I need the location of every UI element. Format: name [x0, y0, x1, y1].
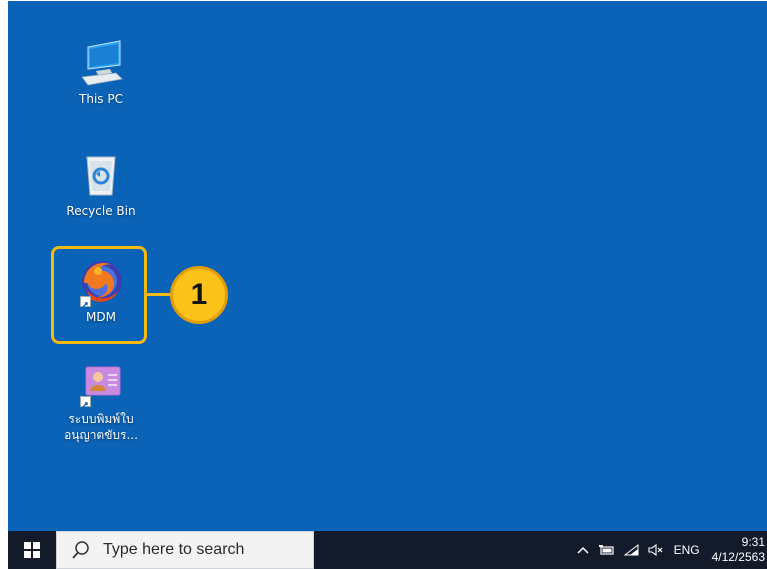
callout-badge: 1 [170, 266, 228, 324]
start-button[interactable] [8, 531, 56, 569]
language-indicator: ENG [673, 543, 700, 557]
search-icon [72, 541, 89, 559]
desktop-icon-label: ระบบพิมพ์ใบ อนุญาตขับร... [64, 411, 138, 443]
chevron-up-icon [577, 546, 589, 554]
desktop-icon-label-line1: ระบบพิมพ์ใบ [68, 412, 134, 426]
desktop-icon-this-pc[interactable]: This PC [56, 39, 146, 107]
windows-start-icon [24, 542, 40, 558]
taskbar-search-box[interactable]: Type here to search [56, 531, 314, 569]
clock-time: 9:31 [741, 535, 765, 549]
input-language-button[interactable]: ENG [668, 531, 706, 569]
clock-date: 4/12/2563 [711, 550, 765, 564]
wifi-icon [623, 544, 639, 556]
show-hidden-icons-button[interactable] [572, 531, 594, 569]
callout-number: 1 [190, 278, 208, 311]
highlight-box [51, 246, 147, 344]
battery-status-button[interactable] [594, 531, 620, 569]
recycle-bin-icon [76, 151, 126, 201]
shortcut-arrow-icon [80, 396, 91, 408]
clock-button[interactable]: 9:31 4/12/2563 [706, 531, 767, 569]
system-tray: ENG 9:31 4/12/2563 [572, 531, 767, 569]
battery-plug-icon [598, 545, 614, 555]
desktop-icon-label: This PC [79, 92, 123, 106]
network-status-button[interactable] [620, 531, 644, 569]
search-placeholder: Type here to search [103, 541, 245, 558]
desktop-icon-label-line2: อนุญาตขับร... [64, 428, 138, 442]
id-card-icon [76, 361, 126, 411]
computer-monitor-icon [76, 39, 126, 89]
desktop-icon-label: Recycle Bin [66, 204, 136, 218]
desktop-icon-recycle-bin[interactable]: Recycle Bin [56, 151, 146, 219]
taskbar: Type here to search ENG 9:31 4/12/2563 [8, 531, 767, 569]
desktop-icon-license-print[interactable]: ระบบพิมพ์ใบ อนุญาตขับร... [56, 361, 146, 443]
desktop: This PC Recycle Bin MDM ระบบพิมพ์ใบ อนุญ… [8, 1, 767, 531]
volume-button[interactable] [644, 531, 668, 569]
volume-muted-icon [648, 544, 663, 556]
